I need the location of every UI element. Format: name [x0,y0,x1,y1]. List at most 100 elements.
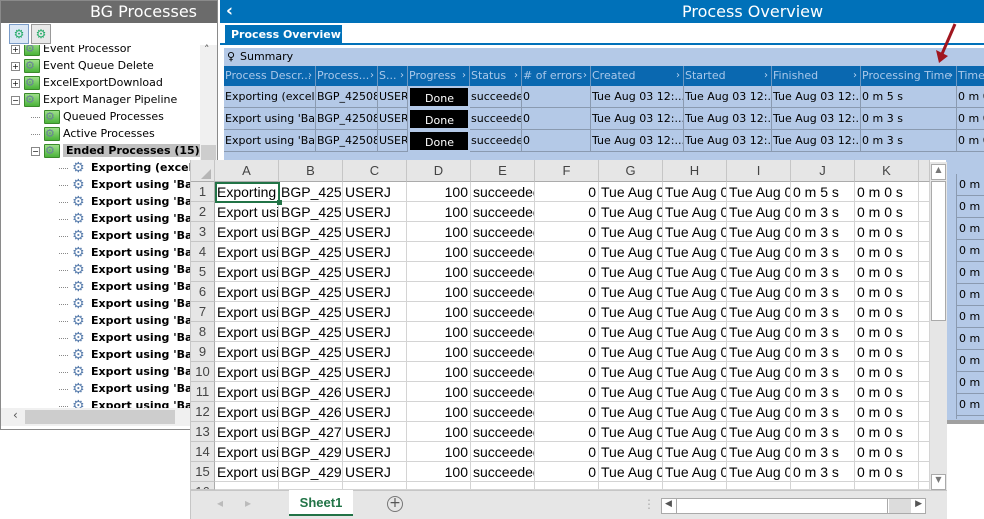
cell-d14[interactable]: 100 [407,442,471,462]
empty-cell[interactable] [407,482,471,490]
cell-i9[interactable]: Tue Aug 0 [727,342,791,362]
tree-item[interactable]: ⚙ Export using 'Batte [59,397,200,408]
cell-j12[interactable]: 0 m 3 s [791,402,855,422]
empty-cell[interactable] [279,482,343,490]
empty-cell[interactable] [919,482,930,490]
cell-extra[interactable] [919,322,930,342]
cell-d15[interactable]: 100 [407,462,471,482]
cell-a13[interactable]: Export usi [215,422,279,442]
cell-k8[interactable]: 0 m 0 s [855,322,919,342]
expander-icon[interactable]: − [11,95,20,105]
row-header[interactable]: 9 [191,342,215,362]
column-header-a[interactable]: A [215,160,279,182]
back-chevron-icon[interactable]: ‹ [226,1,233,21]
column-header[interactable]: Finished › [772,66,861,86]
expander-icon[interactable]: − [31,146,40,156]
cell-d11[interactable]: 100 [407,382,471,402]
tree-horizontal-scrollbar[interactable]: ‹ [1,408,217,426]
cell-d4[interactable]: 100 [407,242,471,262]
row-header[interactable]: 7 [191,302,215,322]
row-header[interactable]: 6 [191,282,215,302]
tree-item[interactable]: − ⚙ Ended Processes (15) [31,142,200,159]
cell-g8[interactable]: Tue Aug 0 [599,322,663,342]
next-sheet-icon[interactable]: ▸ [245,496,251,510]
cell-f6[interactable]: 0 [535,282,599,302]
cell-extra[interactable] [919,402,930,422]
row-header[interactable]: 1 [191,182,215,202]
cell-a7[interactable]: Export usi [215,302,279,322]
tree-item[interactable]: ⚙ Export using 'Batte [59,193,200,210]
row-header[interactable]: 8 [191,322,215,342]
cell-extra[interactable] [919,422,930,442]
cell-e10[interactable]: succeeded [471,362,535,382]
column-header[interactable]: Process Descr... › [224,66,316,86]
cell-k15[interactable]: 0 m 0 s [855,462,919,482]
cell-a6[interactable]: Export usi [215,282,279,302]
cell-c7[interactable]: USERJ [343,302,407,322]
cell-k13[interactable]: 0 m 0 s [855,422,919,442]
cell-extra[interactable] [919,382,930,402]
cell-c2[interactable]: USERJ [343,202,407,222]
cell-extra[interactable] [919,182,930,202]
cell-g13[interactable]: Tue Aug 0 [599,422,663,442]
cell-b5[interactable]: BGP_4250 [279,262,343,282]
cell-h2[interactable]: Tue Aug 0 [663,202,727,222]
tree-item[interactable]: ⚙ Export using 'Batte [59,210,200,227]
select-all-corner[interactable] [191,160,215,182]
cell-k10[interactable]: 0 m 0 s [855,362,919,382]
cell-j8[interactable]: 0 m 3 s [791,322,855,342]
cell-e7[interactable]: succeeded [471,302,535,322]
empty-cell[interactable] [535,482,599,490]
cell-k3[interactable]: 0 m 0 s [855,222,919,242]
cell-k12[interactable]: 0 m 0 s [855,402,919,422]
cell-g9[interactable]: Tue Aug 0 [599,342,663,362]
cell-f15[interactable]: 0 [535,462,599,482]
column-menu-icon[interactable]: › [400,66,404,86]
cell-d3[interactable]: 100 [407,222,471,242]
cell-e1[interactable]: succeeded [471,182,535,202]
cell-extra[interactable] [919,262,930,282]
column-menu-icon[interactable]: › [370,66,374,86]
cell-c3[interactable]: USERJ [343,222,407,242]
cell-c14[interactable]: USERJ [343,442,407,462]
cell-e2[interactable]: succeeded [471,202,535,222]
cell-b15[interactable]: BGP_4293 [279,462,343,482]
cell-b14[interactable]: BGP_4293 [279,442,343,462]
empty-cell[interactable] [791,482,855,490]
cell-g5[interactable]: Tue Aug 0 [599,262,663,282]
tree-item[interactable]: ⚙ Export using 'Batte [59,227,200,244]
cell-d12[interactable]: 100 [407,402,471,422]
cell-i4[interactable]: Tue Aug 0 [727,242,791,262]
tree-item[interactable]: ⚙ Export using 'Batte [59,312,200,329]
cell-d9[interactable]: 100 [407,342,471,362]
cell-g3[interactable]: Tue Aug 0 [599,222,663,242]
cell-h11[interactable]: Tue Aug 0 [663,382,727,402]
cell-f9[interactable]: 0 [535,342,599,362]
cell-f11[interactable]: 0 [535,382,599,402]
cell-i12[interactable]: Tue Aug 0 [727,402,791,422]
cell-a8[interactable]: Export usi [215,322,279,342]
cell-f5[interactable]: 0 [535,262,599,282]
cell-b8[interactable]: BGP_4250 [279,322,343,342]
tree-item[interactable]: ⚙ Active Processes [31,125,155,142]
cell-i2[interactable]: Tue Aug 0 [727,202,791,222]
cell-j13[interactable]: 0 m 3 s [791,422,855,442]
cell-c10[interactable]: USERJ [343,362,407,382]
cell-e8[interactable]: succeeded [471,322,535,342]
cell-i13[interactable]: Tue Aug 0 [727,422,791,442]
cell-e12[interactable]: succeeded [471,402,535,422]
cell-c4[interactable]: USERJ [343,242,407,262]
sheet-vertical-scrollbar[interactable]: ▲ ▼ [930,162,947,492]
cell-b3[interactable]: BGP_4250 [279,222,343,242]
cell-i11[interactable]: Tue Aug 0 [727,382,791,402]
cell-d2[interactable]: 100 [407,202,471,222]
tree-item[interactable]: + ⚙ Event Processor [11,45,131,57]
sheet-tab-sheet1[interactable]: Sheet1 [289,490,353,516]
cell-extra[interactable] [919,362,930,382]
cell-j1[interactable]: 0 m 5 s [791,182,855,202]
fill-handle[interactable] [277,200,282,205]
empty-cell[interactable] [855,482,919,490]
cell-extra[interactable] [919,442,930,462]
cell-k5[interactable]: 0 m 0 s [855,262,919,282]
column-header-c[interactable]: C [343,160,407,182]
